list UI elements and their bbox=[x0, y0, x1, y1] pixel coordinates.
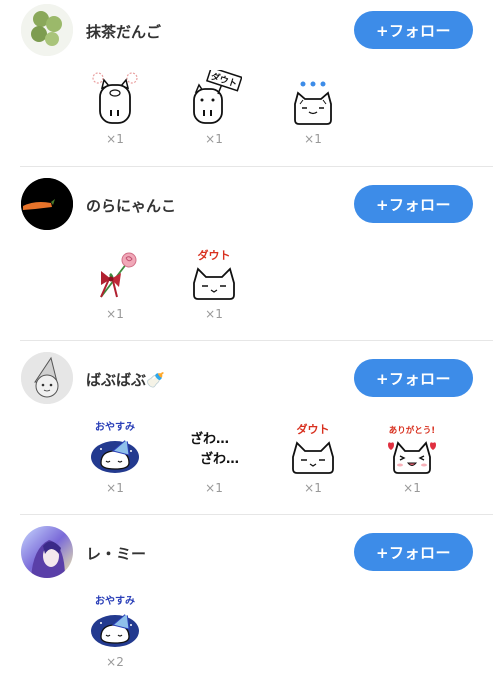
username[interactable]: 抹茶だんご bbox=[86, 21, 161, 42]
cat-doubt-sign-icon: ダウト bbox=[193, 70, 242, 124]
stamp-caption: ありがとう! bbox=[389, 425, 435, 436]
follow-button[interactable]: +フォロー bbox=[354, 185, 473, 223]
cat-goodnight-icon: おやすみ bbox=[91, 595, 139, 647]
stamp: ありがとう! ×1 bbox=[377, 419, 447, 495]
user-row: のらにゃんこ +フォロー ×1 ダウト ×1 bbox=[0, 167, 493, 341]
follow-button[interactable]: +フォロー bbox=[354, 533, 473, 571]
stamp-count: ×1 bbox=[106, 481, 124, 495]
stamp-count: ×2 bbox=[106, 655, 124, 669]
username[interactable]: レ・ミー bbox=[86, 543, 146, 564]
stamp: ×1 bbox=[278, 70, 348, 146]
rose-ribbon-icon bbox=[100, 252, 137, 298]
stamp-count: ×1 bbox=[304, 132, 322, 146]
follow-button[interactable]: +フォロー bbox=[354, 11, 473, 49]
stamp-caption: おやすみ bbox=[95, 421, 135, 433]
avatar[interactable] bbox=[21, 178, 73, 230]
stamp-caption: ダウト bbox=[297, 422, 330, 436]
stamp-count: ×1 bbox=[403, 481, 421, 495]
cat-goodnight-icon: おやすみ bbox=[91, 421, 139, 473]
stamp: おやすみ ×2 bbox=[80, 593, 150, 669]
stamp: おやすみ ×1 bbox=[80, 419, 150, 495]
stamp-line1: ざわ… bbox=[190, 431, 229, 447]
stamp-count: ×1 bbox=[205, 307, 223, 321]
stamp-count: ×1 bbox=[205, 481, 223, 495]
cat-dots-icon bbox=[294, 81, 332, 125]
avatar[interactable] bbox=[21, 4, 73, 56]
stamp-caption: ダウト bbox=[198, 248, 231, 262]
user-row: ばぶばぶ🍼 +フォロー おやすみ ×1 ざわ… ざわ… ×1 ダウト ×1 あり… bbox=[0, 341, 493, 515]
follow-button[interactable]: +フォロー bbox=[354, 359, 473, 397]
user-row: 抹茶だんご +フォロー ×1 ダウト ×1 ×1 bbox=[0, 0, 493, 167]
cat-doubt-icon: ダウト bbox=[292, 422, 334, 474]
username[interactable]: のらにゃんこ bbox=[86, 195, 176, 216]
stamp: ざわ… ざわ… ×1 bbox=[179, 419, 249, 495]
stamp: ×1 bbox=[80, 70, 150, 146]
cat-doubt-icon: ダウト bbox=[193, 248, 235, 300]
user-row: レ・ミー +フォロー おやすみ ×2 bbox=[0, 515, 493, 680]
avatar[interactable] bbox=[21, 526, 73, 578]
username[interactable]: ばぶばぶ🍼 bbox=[86, 369, 165, 390]
stamp-count: ×1 bbox=[106, 307, 124, 321]
stamp-count: ×1 bbox=[106, 132, 124, 146]
cat-thanks-icon: ありがとう! bbox=[388, 425, 436, 474]
stamp-count: ×1 bbox=[304, 481, 322, 495]
stamp: ×1 bbox=[80, 245, 150, 321]
stamp-count: ×1 bbox=[205, 132, 223, 146]
stamp: ダウト ×1 bbox=[179, 245, 249, 321]
cat-sweat-icon bbox=[92, 72, 138, 124]
stamp-line2: ざわ… bbox=[200, 451, 239, 467]
stamp: ダウト ×1 bbox=[278, 419, 348, 495]
zawa-zawa-text-icon: ざわ… ざわ… bbox=[190, 431, 239, 467]
avatar[interactable] bbox=[21, 352, 73, 404]
stamp: ダウト ×1 bbox=[179, 70, 249, 146]
stamp-caption: おやすみ bbox=[95, 595, 135, 607]
